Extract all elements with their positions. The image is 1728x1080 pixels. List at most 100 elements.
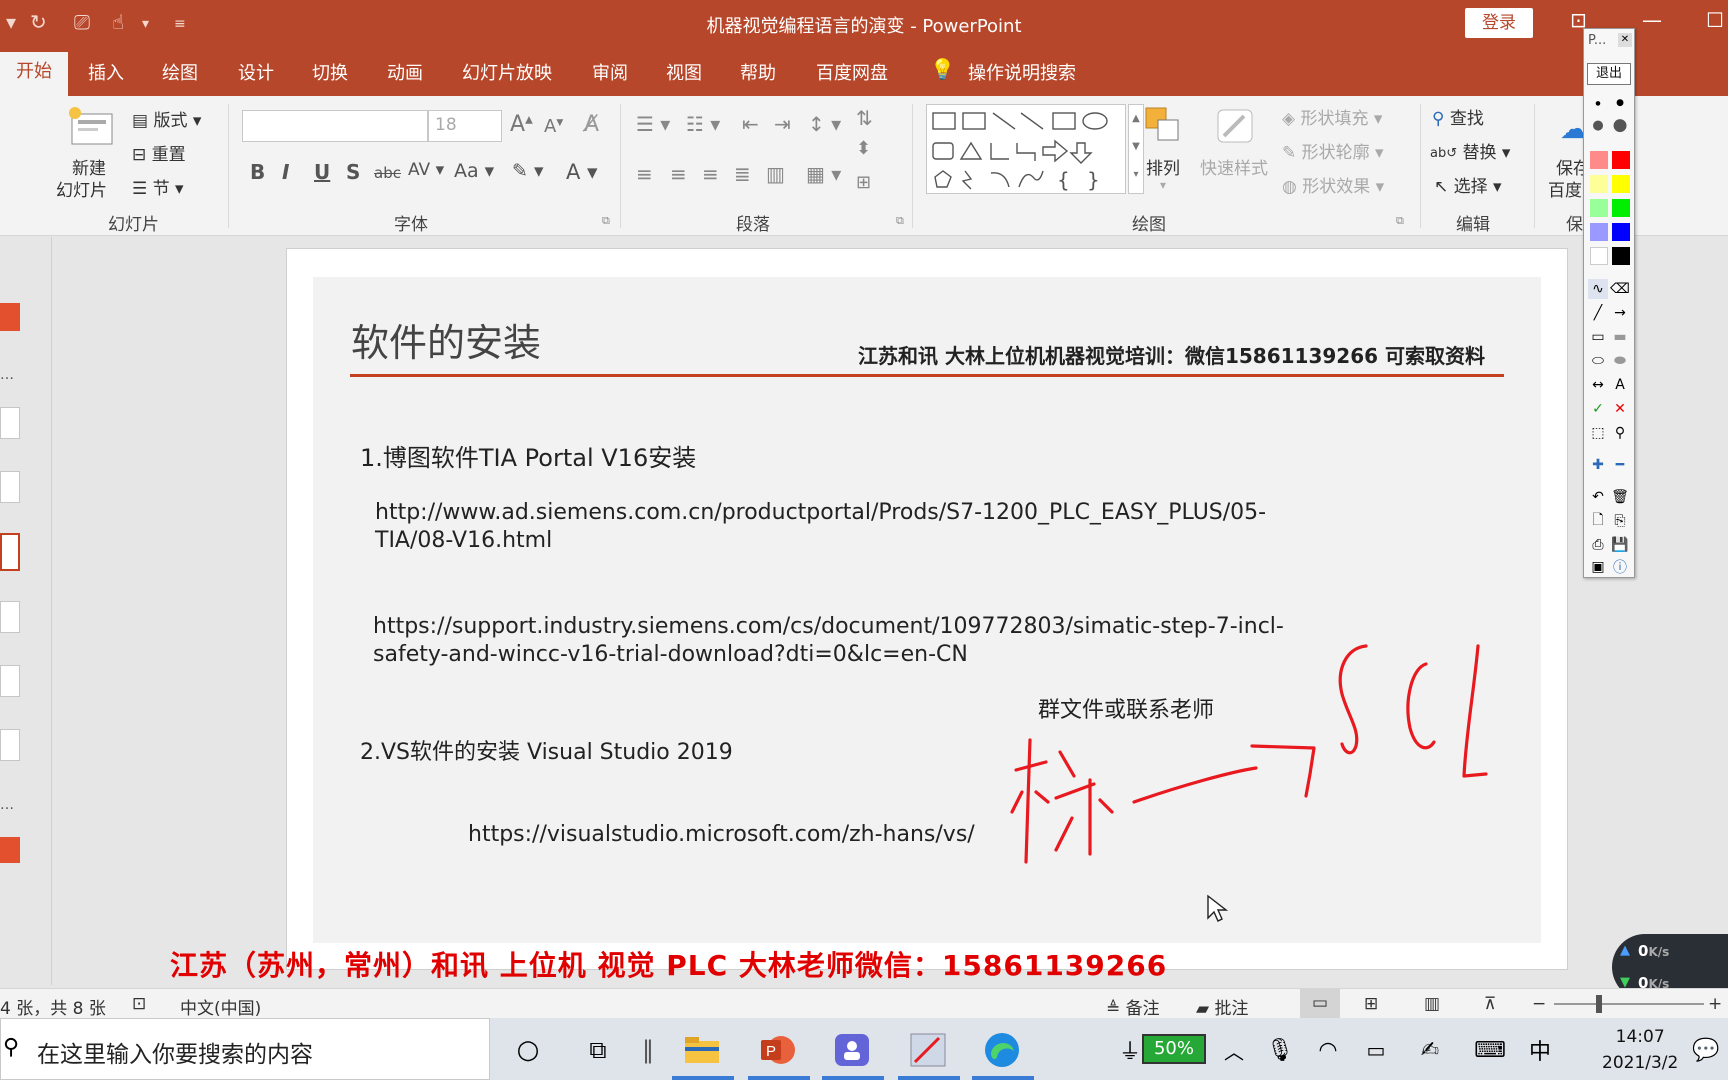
color-swatch-light-red[interactable]	[1590, 151, 1608, 169]
smartart-icon[interactable]: ⊞	[856, 172, 871, 193]
powerpoint-icon[interactable]: P	[756, 1028, 800, 1072]
align-right-icon[interactable]: ≡	[702, 162, 719, 186]
trash-icon[interactable]: 🗑	[1610, 487, 1630, 507]
add-icon[interactable]: ✚	[1588, 455, 1608, 475]
strikethrough-icon[interactable]: abc	[374, 164, 401, 182]
quick-styles-button[interactable]: 快速样式	[1200, 154, 1268, 179]
slide-thumbnail[interactable]	[0, 471, 20, 503]
numbering-icon[interactable]: ☷ ▾	[686, 112, 720, 136]
show-hidden-icons-chevron-icon[interactable]: ︿	[1212, 1028, 1256, 1072]
reading-view-icon[interactable]: ▥	[1424, 994, 1440, 1014]
clear-format-icon[interactable]: A̸	[584, 112, 599, 137]
section-button[interactable]: ☰ 节 ▾	[132, 174, 184, 199]
battery-indicator[interactable]: 50%	[1142, 1034, 1206, 1064]
slide-url-3[interactable]: https://visualstudio.microsoft.com/zh-ha…	[468, 822, 975, 847]
tab-draw[interactable]: 绘图	[162, 59, 198, 85]
color-swatch-white[interactable]	[1590, 247, 1608, 265]
grow-font-icon[interactable]: A▲	[510, 112, 533, 137]
text-tool-icon[interactable]: A	[1610, 375, 1630, 395]
notification-icon[interactable]: 💬	[1684, 1028, 1728, 1072]
filled-ellipse-tool-icon[interactable]: ⬬	[1610, 351, 1630, 371]
slide-thumbnail[interactable]	[0, 601, 20, 633]
slide-title[interactable]: 软件的安装	[351, 312, 541, 367]
select-button[interactable]: ↖ 选择 ▾	[1434, 172, 1502, 197]
cross-mark-icon[interactable]: ✕	[1610, 399, 1630, 419]
align-center-icon[interactable]: ≡	[670, 162, 687, 186]
taskbar-search[interactable]: ⚲ 在这里输入你要搜索的内容	[0, 1018, 490, 1080]
comments-button[interactable]: ▰ 批注	[1196, 994, 1248, 1019]
pen-tray-icon[interactable]: ✍	[1408, 1028, 1452, 1072]
slideshow-view-icon[interactable]: ⊼	[1484, 994, 1496, 1014]
shape-fill-button[interactable]: ◈ 形状填充 ▾	[1282, 104, 1382, 129]
shrink-font-icon[interactable]: A▼	[544, 116, 563, 137]
zoom-out-icon[interactable]: −	[1532, 994, 1546, 1014]
ime-indicator[interactable]: 中	[1518, 1028, 1562, 1072]
drawing-dialog-launcher-icon[interactable]: ⧉	[1396, 214, 1404, 228]
tab-insert[interactable]: 插入	[88, 59, 124, 85]
arrange-icon[interactable]	[1142, 104, 1188, 151]
distributed-icon[interactable]: ▥	[766, 162, 785, 186]
task-view-icon[interactable]: ⧉	[576, 1028, 620, 1072]
new-slide-icon[interactable]	[66, 104, 116, 153]
color-swatch-green[interactable]	[1612, 199, 1630, 217]
justify-icon[interactable]: ≣	[734, 162, 751, 186]
paragraph-dialog-launcher-icon[interactable]: ⧉	[896, 214, 904, 228]
reset-button[interactable]: ⊟ 重置	[132, 140, 186, 165]
language-indicator[interactable]: 中文(中国)	[180, 994, 261, 1019]
font-dialog-launcher-icon[interactable]: ⧉	[602, 214, 610, 228]
filled-rectangle-tool-icon[interactable]: ▬	[1610, 327, 1630, 347]
underline-icon[interactable]: U	[314, 160, 330, 184]
tell-me-search[interactable]: 操作说明搜索	[968, 59, 1076, 85]
file-explorer-icon[interactable]	[680, 1028, 724, 1072]
notes-button[interactable]: ≜ 备注	[1106, 994, 1160, 1019]
maximize-icon[interactable]: ☐	[1706, 8, 1724, 32]
color-swatch-red[interactable]	[1612, 151, 1630, 169]
wifi-icon[interactable]: ◠	[1306, 1028, 1350, 1072]
highlight-icon[interactable]: ✎ ▾	[512, 160, 544, 182]
copy-icon[interactable]: ⎘	[1610, 511, 1630, 531]
align-left-icon[interactable]: ≡	[636, 162, 653, 186]
shadow-icon[interactable]: S	[346, 160, 360, 184]
info-icon[interactable]: ⓘ	[1610, 557, 1630, 577]
font-color-icon[interactable]: A ▾	[566, 160, 598, 184]
layout-button[interactable]: ▤ 版式 ▾	[132, 106, 201, 131]
slide-thumbnail[interactable]	[0, 407, 20, 439]
line-spacing-icon[interactable]: ↕ ▾	[808, 112, 841, 136]
font-name-box[interactable]	[242, 110, 428, 142]
zoom-slider[interactable]	[1554, 1003, 1704, 1005]
font-size-box[interactable]: 18	[428, 110, 502, 142]
slide-url-1-line1[interactable]: http://www.ad.siemens.com.cn/productport…	[375, 500, 1266, 525]
text-direction-icon[interactable]: ⇅	[856, 106, 873, 130]
slide-item-vs[interactable]: 2.VS软件的安装 Visual Studio 2019	[360, 734, 733, 766]
color-swatch-light-yellow[interactable]	[1590, 175, 1608, 193]
color-swatch-blue[interactable]	[1612, 223, 1630, 241]
tab-help[interactable]: 帮助	[740, 59, 776, 85]
undo-icon[interactable]: ↶	[1588, 487, 1608, 507]
shape-outline-button[interactable]: ✎ 形状轮廓 ▾	[1282, 138, 1384, 163]
normal-view-icon[interactable]: ▭	[1300, 989, 1340, 1019]
decrease-indent-icon[interactable]: ⇤	[742, 112, 759, 136]
arrange-button[interactable]: 排列	[1146, 154, 1180, 179]
slide-note[interactable]: 群文件或联系老师	[1038, 692, 1214, 724]
change-case-icon[interactable]: Aa ▾	[454, 160, 494, 182]
teams-app-icon[interactable]	[830, 1028, 874, 1072]
double-arrow-tool-icon[interactable]: ↔	[1588, 375, 1608, 395]
new-page-icon[interactable]: 🗋	[1588, 511, 1608, 531]
quick-styles-icon[interactable]	[1214, 106, 1258, 151]
check-mark-icon[interactable]: ✓	[1588, 399, 1608, 419]
columns-icon[interactable]: ▦ ▾	[806, 162, 841, 186]
zoom-slider-thumb[interactable]	[1596, 995, 1602, 1013]
italic-icon[interactable]: I	[282, 160, 289, 184]
slide-url-2-line1[interactable]: https://support.industry.siemens.com/cs/…	[373, 614, 1284, 639]
print-icon[interactable]: ⎙	[1588, 535, 1608, 555]
cortana-icon[interactable]: ○	[506, 1028, 550, 1072]
accessibility-icon[interactable]: ⊡	[132, 994, 146, 1014]
tab-review[interactable]: 审阅	[592, 59, 628, 85]
increase-indent-icon[interactable]: ⇥	[774, 112, 791, 136]
slide-thumbnail[interactable]	[0, 837, 20, 863]
char-spacing-icon[interactable]: AV ▾	[408, 160, 444, 180]
microphone-icon[interactable]: 🎙	[1258, 1028, 1302, 1072]
slide-thumbnail[interactable]	[0, 729, 20, 761]
keyboard-icon[interactable]: ⌨	[1468, 1028, 1512, 1072]
baidu-save-label2[interactable]: 百度	[1548, 176, 1582, 201]
